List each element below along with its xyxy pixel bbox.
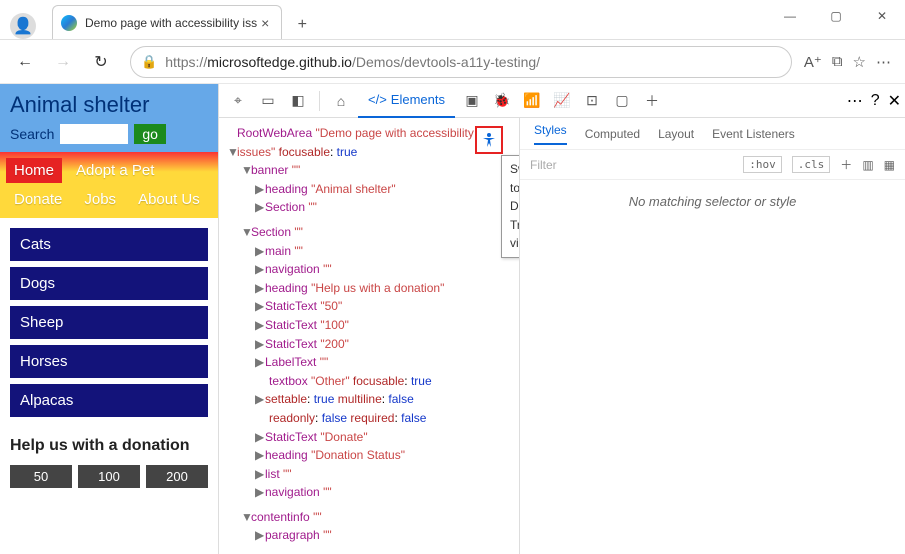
donate-200[interactable]: 200 <box>146 465 208 488</box>
favorite-icon[interactable]: ☆ <box>853 53 866 71</box>
accessibility-tree[interactable]: Switch to DOM Tree view RootWebArea "Dem… <box>219 118 519 554</box>
device-icon[interactable]: ▭ <box>255 88 281 114</box>
no-match-message: No matching selector or style <box>520 180 905 223</box>
go-button[interactable]: go <box>134 124 166 144</box>
collections-icon[interactable]: ⧉ <box>832 53 843 70</box>
inspect-icon[interactable]: ⌖ <box>225 88 251 114</box>
styles-tab[interactable]: Styles <box>534 123 567 145</box>
devtools-panel: ⌖ ▭ ◧ ⌂ </>Elements ▣ 🐞 📶 📈 ⊡ ▢ ＋ ⋯ ? ✕ <box>218 84 905 554</box>
memory-icon[interactable]: ⊡ <box>579 88 605 114</box>
donate-heading: Help us with a donation <box>0 427 218 465</box>
help-icon[interactable]: ? <box>871 92 880 110</box>
application-icon[interactable]: ▢ <box>609 88 635 114</box>
main-nav: Home Adopt a Pet Donate Jobs About Us <box>0 152 218 218</box>
settings-icon[interactable]: ⋯ <box>847 91 863 111</box>
profile-icon[interactable]: 👤 <box>10 13 36 39</box>
a11y-tooltip: Switch to DOM Tree view <box>501 155 519 258</box>
sources-icon[interactable]: 🐞 <box>489 88 515 114</box>
browser-tab[interactable]: Demo page with accessibility iss × <box>52 5 282 39</box>
performance-icon[interactable]: 📈 <box>549 88 575 114</box>
console-icon[interactable]: ▣ <box>459 88 485 114</box>
side-sheep[interactable]: Sheep <box>10 306 208 339</box>
lock-icon: 🔒 <box>141 54 157 70</box>
browser-titlebar: 👤 Demo page with accessibility iss × + ―… <box>0 0 905 40</box>
url-text: https://microsoftedge.github.io/Demos/de… <box>165 54 540 70</box>
styles-pane: Styles Computed Layout Event Listeners F… <box>519 118 905 554</box>
read-aloud-icon[interactable]: A⁺ <box>804 53 822 71</box>
side-dogs[interactable]: Dogs <box>10 267 208 300</box>
event-listeners-tab[interactable]: Event Listeners <box>712 127 795 141</box>
new-tab-button[interactable]: + <box>288 11 316 39</box>
nav-home[interactable]: Home <box>6 158 62 183</box>
welcome-icon[interactable]: ⌂ <box>328 88 354 114</box>
page-title: Animal shelter <box>10 92 208 118</box>
nav-donate[interactable]: Donate <box>6 187 70 212</box>
minimize-icon[interactable]: ― <box>767 0 813 32</box>
flexbox-icon[interactable]: ▥ <box>862 158 873 172</box>
donate-100[interactable]: 100 <box>78 465 140 488</box>
filter-input[interactable]: Filter <box>530 158 733 172</box>
grid-icon[interactable]: ▦ <box>884 158 895 172</box>
side-alpacas[interactable]: Alpacas <box>10 384 208 417</box>
more-tabs-icon[interactable]: ＋ <box>639 88 665 114</box>
address-bar: ← → ↻ 🔒 https://microsoftedge.github.io/… <box>0 40 905 84</box>
search-label: Search <box>10 126 54 142</box>
close-devtools-icon[interactable]: ✕ <box>888 91 901 111</box>
computed-tab[interactable]: Computed <box>585 127 640 141</box>
layout-tab[interactable]: Layout <box>658 127 694 141</box>
elements-tab[interactable]: </>Elements <box>358 84 455 118</box>
hov-toggle[interactable]: :hov <box>743 156 782 173</box>
nav-adopt[interactable]: Adopt a Pet <box>68 158 162 183</box>
donate-50[interactable]: 50 <box>10 465 72 488</box>
edge-favicon <box>61 15 77 31</box>
dock-icon[interactable]: ◧ <box>285 88 311 114</box>
a11y-toggle-button[interactable] <box>475 126 503 154</box>
url-field[interactable]: 🔒 https://microsoftedge.github.io/Demos/… <box>130 46 792 78</box>
side-horses[interactable]: Horses <box>10 345 208 378</box>
back-button[interactable]: ← <box>8 45 42 79</box>
forward-button: → <box>46 45 80 79</box>
cls-toggle[interactable]: .cls <box>792 156 831 173</box>
new-style-icon[interactable]: ＋ <box>840 156 852 173</box>
close-window-icon[interactable]: ✕ <box>859 0 905 32</box>
nav-jobs[interactable]: Jobs <box>76 187 124 212</box>
refresh-button[interactable]: ↻ <box>84 45 118 79</box>
window-controls: ― ▢ ✕ <box>767 0 905 32</box>
tab-title: Demo page with accessibility iss <box>85 16 257 30</box>
search-input[interactable] <box>60 124 128 144</box>
close-tab-icon[interactable]: × <box>257 15 273 31</box>
devtools-tabs: ⌖ ▭ ◧ ⌂ </>Elements ▣ 🐞 📶 📈 ⊡ ▢ ＋ ⋯ ? ✕ <box>219 84 905 118</box>
webpage-content: Animal shelter Search go Home Adopt a Pe… <box>0 84 218 554</box>
maximize-icon[interactable]: ▢ <box>813 0 859 32</box>
side-cats[interactable]: Cats <box>10 228 208 261</box>
more-icon[interactable]: ⋯ <box>876 53 891 71</box>
nav-about[interactable]: About Us <box>130 187 208 212</box>
network-icon[interactable]: 📶 <box>519 88 545 114</box>
